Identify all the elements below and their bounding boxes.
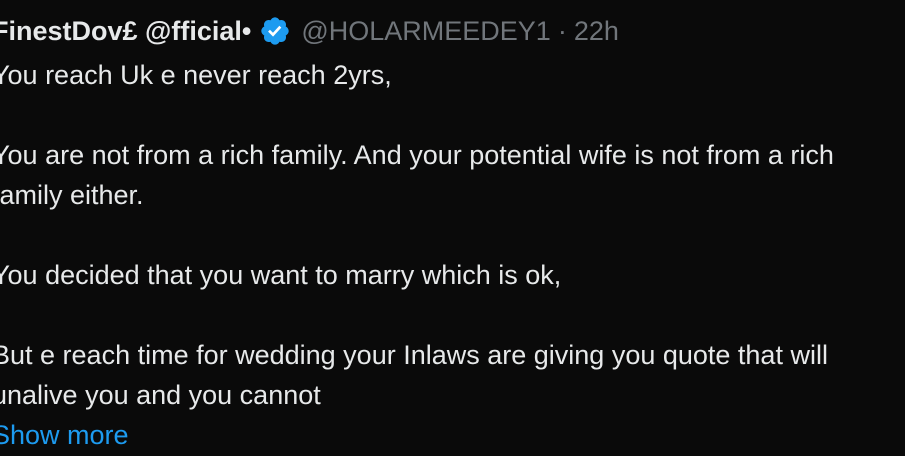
tweet-body: You reach Uk e never reach 2yrs, You are… xyxy=(0,55,905,455)
tweet-text-line: But e reach time for wedding your Inlaws… xyxy=(0,340,828,370)
tweet-card[interactable]: FinestDov£ @fficial• @HOLARMEEDEY1 · 22h… xyxy=(0,0,905,456)
user-handle[interactable]: @HOLARMEEDEY1 xyxy=(301,16,550,47)
separator-dot: · xyxy=(557,15,567,46)
verified-badge-icon xyxy=(259,15,291,47)
tweet-header: FinestDov£ @fficial• @HOLARMEEDEY1 · 22h xyxy=(0,10,905,52)
tweet-text-line: You decided that you want to marry which… xyxy=(0,260,562,290)
timestamp[interactable]: 22h xyxy=(574,16,619,47)
tweet-text-line: family either. xyxy=(0,180,144,210)
tweet-text-line: You are not from a rich family. And your… xyxy=(0,140,834,170)
display-name[interactable]: FinestDov£ @fficial• xyxy=(0,16,251,47)
show-more-link[interactable]: Show more xyxy=(0,415,905,455)
tweet-text-line: unalive you and you cannot xyxy=(0,380,321,410)
tweet-text-line: You reach Uk e never reach 2yrs, xyxy=(0,60,392,90)
